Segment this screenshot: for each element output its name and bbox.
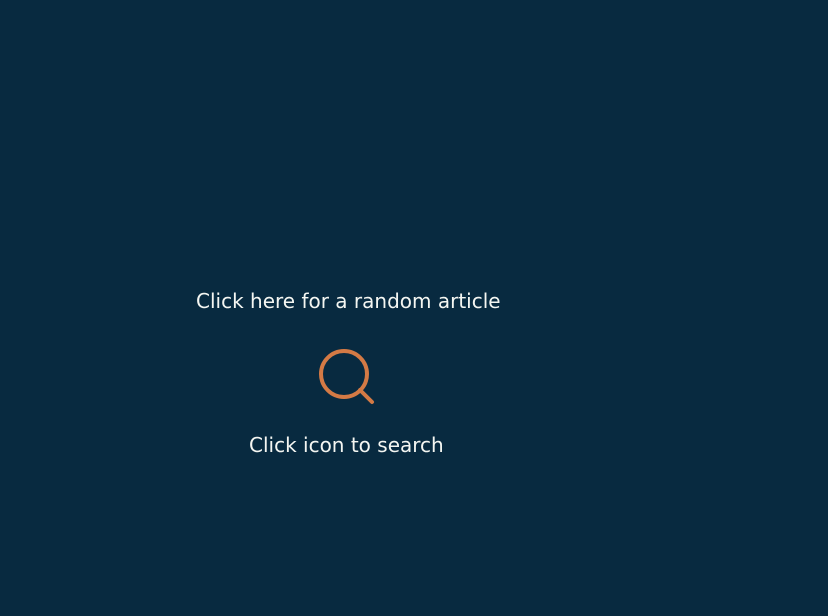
search-hint-text: Click icon to search	[249, 433, 444, 457]
search-icon[interactable]	[316, 346, 376, 406]
random-search-page: Click here for a random article Click ic…	[0, 0, 828, 616]
random-article-link[interactable]: Click here for a random article	[196, 288, 501, 314]
search-icon-handle	[358, 388, 374, 404]
